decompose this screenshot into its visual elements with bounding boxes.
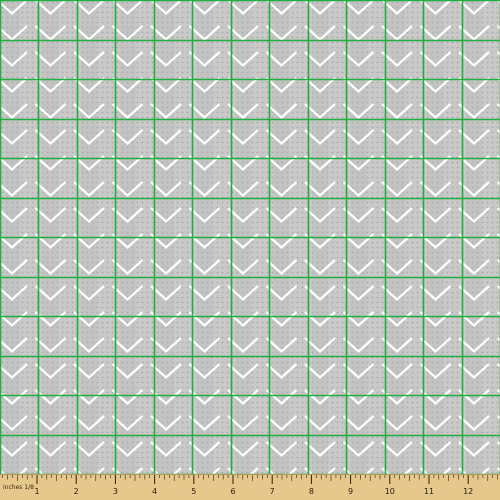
ruler-number: 1 [34, 487, 39, 496]
ruler-number: 10 [385, 487, 395, 496]
ruler-number: 6 [230, 487, 235, 496]
measuring-ruler: 1 2 3 4 5 6 7 8 9 10 11 12 inches 1/8 [0, 474, 500, 500]
ruler-number: 8 [309, 487, 314, 496]
ruler-unit-caption: inches 1/8 [3, 484, 34, 491]
ruler-number: 5 [191, 487, 196, 496]
ruler-numbers: 1 2 3 4 5 6 7 8 9 10 11 12 [34, 487, 473, 496]
chevron-fabric-pattern [0, 0, 500, 474]
fabric-swatch-view: 1 2 3 4 5 6 7 8 9 10 11 12 inches 1/8 [0, 0, 500, 500]
ruler-number: 4 [152, 487, 157, 496]
ruler-number: 3 [113, 487, 118, 496]
ruler-number: 7 [270, 487, 275, 496]
ruler-ticks [2, 475, 498, 484]
ruler-number: 9 [348, 487, 353, 496]
ruler-number: 11 [424, 487, 434, 496]
ruler-number: 12 [463, 487, 473, 496]
ruler-number: 2 [74, 487, 79, 496]
